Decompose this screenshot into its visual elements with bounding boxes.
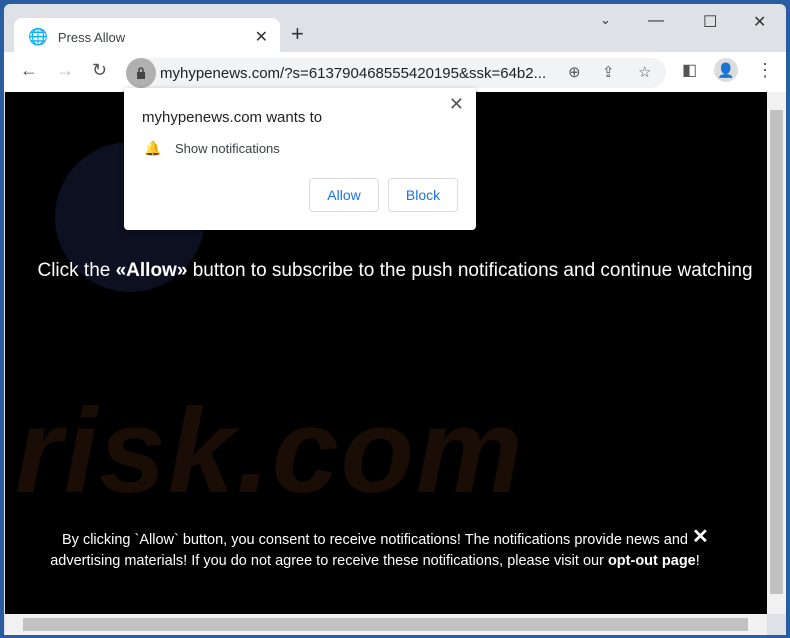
headline-text: Click the — [37, 260, 116, 281]
share-icon[interactable]: ⇪ — [602, 63, 615, 81]
tab-search-chevron-icon[interactable]: ⌄ — [600, 12, 611, 28]
toolbar: ← → ↻ myhypenews.com/?s=6137904685554201… — [4, 52, 786, 92]
headline: Click the «Allow» button to subscribe to… — [35, 258, 755, 284]
maximize-button[interactable]: ☐ — [703, 12, 717, 32]
tab-press-allow[interactable]: 🌐 Press Allow ✕ — [14, 18, 280, 56]
side-panel-icon[interactable]: ◧ — [682, 60, 697, 80]
minimize-button[interactable]: — — [648, 12, 664, 30]
tab-close-icon[interactable]: ✕ — [255, 27, 268, 47]
back-button[interactable]: ← — [20, 60, 38, 81]
zoom-icon[interactable]: ⊕ — [568, 63, 581, 81]
allow-button[interactable]: Allow — [309, 178, 379, 212]
bell-icon: 🔔 — [144, 140, 162, 156]
forward-button[interactable]: → — [56, 60, 74, 81]
tab-title: Press Allow — [57, 29, 126, 45]
profile-avatar-icon[interactable]: 👤 — [714, 58, 738, 82]
bookmark-star-icon[interactable]: ☆ — [638, 63, 651, 81]
consent-notice: By clicking `Allow` button, you consent … — [45, 530, 705, 572]
reload-button[interactable]: ↻ — [92, 60, 107, 81]
watermark-text: risk.com — [15, 384, 525, 518]
headline-text-end: button to subscribe to the push notifica… — [187, 260, 753, 281]
close-window-button[interactable]: ✕ — [753, 12, 766, 32]
lock-icon[interactable] — [126, 58, 156, 88]
opt-out-link[interactable]: opt-out page — [608, 553, 696, 569]
consent-end: ! — [695, 553, 700, 569]
new-tab-button[interactable]: + — [291, 21, 304, 47]
horizontal-scroll-thumb[interactable] — [23, 618, 748, 631]
vertical-scroll-thumb[interactable] — [770, 110, 783, 594]
popup-title: myhypenews.com wants to — [142, 109, 323, 126]
menu-kebab-icon[interactable]: ⋮ — [756, 60, 774, 81]
consent-close-icon[interactable]: ✕ — [692, 524, 709, 549]
address-bar[interactable]: myhypenews.com/?s=613790468555420195&ssk… — [126, 58, 666, 88]
consent-text: By clicking `Allow` button, you consent … — [50, 532, 688, 569]
block-button[interactable]: Block — [388, 178, 458, 212]
horizontal-scrollbar[interactable] — [5, 614, 767, 635]
vertical-scrollbar[interactable] — [767, 92, 786, 614]
permission-text: Show notifications — [175, 141, 280, 156]
popup-close-icon[interactable]: ✕ — [449, 94, 464, 115]
url-text[interactable]: myhypenews.com/?s=613790468555420195&ssk… — [160, 65, 546, 82]
notification-permission-popup: myhypenews.com wants to ✕ 🔔 Show notific… — [124, 88, 476, 230]
headline-bold: «Allow» — [115, 260, 188, 281]
globe-icon: 🌐 — [28, 29, 48, 46]
